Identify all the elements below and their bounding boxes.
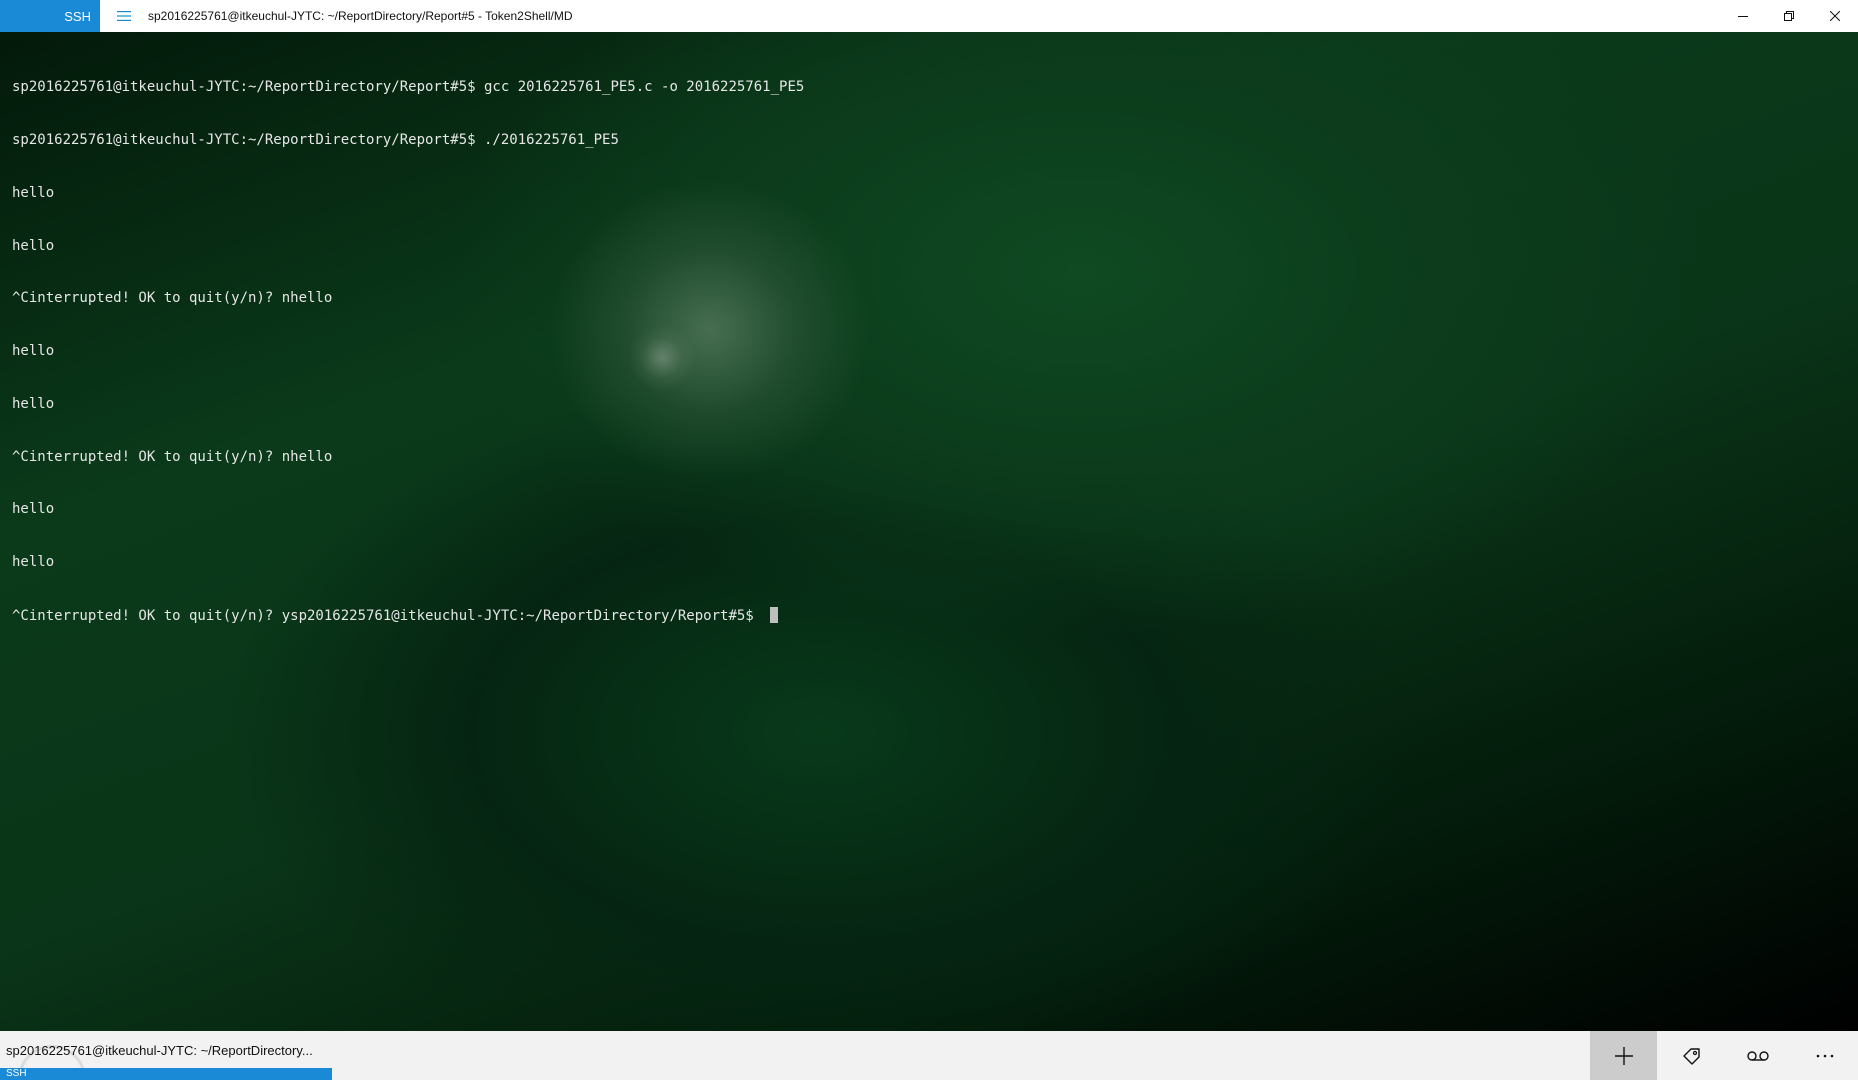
ssh-tab-label: SSH (64, 8, 91, 24)
terminal-line: hello (12, 395, 55, 412)
terminal-output: sp2016225761@itkeuchul-JYTC:~/ReportDire… (12, 44, 804, 660)
terminal-line: hello (12, 501, 55, 518)
terminal-line: hello (12, 184, 55, 201)
tag-button[interactable] (1657, 1031, 1724, 1080)
close-icon (1830, 11, 1840, 21)
close-button[interactable] (1812, 0, 1858, 32)
session-label: SSH (6, 1068, 27, 1079)
terminal-line: sp2016225761@itkeuchul-JYTC:~/ReportDire… (12, 79, 805, 96)
tag-icon (1682, 1047, 1700, 1065)
terminal-line: hello (12, 343, 55, 360)
terminal-line: ^Cinterrupted! OK to quit(y/n)? ysp20162… (12, 608, 763, 624)
session-indicator: SSH (0, 1068, 332, 1080)
window-controls (1720, 0, 1858, 32)
voicemail-icon (1746, 1050, 1769, 1061)
more-button[interactable] (1791, 1031, 1858, 1080)
restore-icon (1784, 11, 1794, 21)
title-bar: SSH sp2016225761@itkeuchul-JYTC: ~/Repor… (0, 0, 1858, 32)
session-tab[interactable]: sp2016225761@itkeuchul-JYTC: ~/ReportDir… (0, 1031, 332, 1080)
bottom-bar: sp2016225761@itkeuchul-JYTC: ~/ReportDir… (0, 1031, 1858, 1080)
more-icon (1816, 1054, 1833, 1057)
terminal-line: hello (12, 554, 55, 571)
terminal-cursor (770, 607, 779, 623)
terminal-area[interactable]: sp2016225761@itkeuchul-JYTC:~/ReportDire… (0, 32, 1858, 1031)
terminal-line: hello (12, 237, 55, 254)
minimize-button[interactable] (1720, 0, 1766, 32)
ssh-tab[interactable]: SSH (0, 0, 100, 32)
terminal-line: ^Cinterrupted! OK to quit(y/n)? nhello (12, 290, 333, 307)
app-window: SSH sp2016225761@itkeuchul-JYTC: ~/Repor… (0, 0, 1858, 1080)
plus-icon (1614, 1046, 1633, 1065)
hamburger-menu-icon[interactable] (100, 0, 148, 32)
terminal-prompt-line: ^Cinterrupted! OK to quit(y/n)? ysp20162… (12, 607, 804, 625)
bottom-actions (1590, 1031, 1858, 1080)
terminal-line: ^Cinterrupted! OK to quit(y/n)? nhello (12, 448, 333, 465)
record-button[interactable] (1724, 1031, 1791, 1080)
terminal-line: sp2016225761@itkeuchul-JYTC:~/ReportDire… (12, 131, 619, 148)
restore-button[interactable] (1766, 0, 1812, 32)
window-title: sp2016225761@itkeuchul-JYTC: ~/ReportDir… (148, 9, 573, 23)
session-title: sp2016225761@itkeuchul-JYTC: ~/ReportDir… (6, 1043, 313, 1058)
add-button[interactable] (1590, 1031, 1657, 1080)
minimize-icon (1738, 16, 1748, 17)
